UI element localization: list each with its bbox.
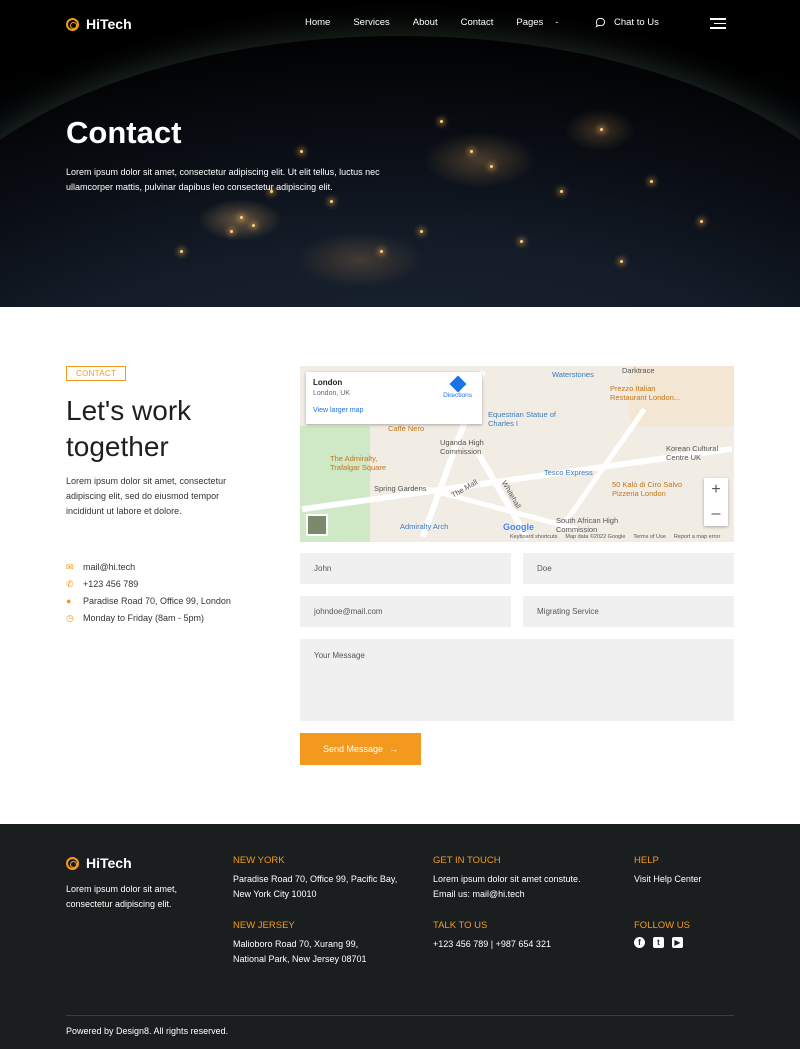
report-error-link[interactable]: Report a map error — [674, 534, 720, 540]
brand-name: HiTech — [86, 16, 132, 32]
directions-button[interactable]: Directions — [443, 375, 472, 399]
chevron-down-icon[interactable]: - — [555, 17, 558, 28]
hero-text: Lorem ipsum dolor sit amet, consectetur … — [66, 167, 380, 192]
mail-icon: ✉ — [66, 562, 74, 572]
help-title: HELP — [634, 855, 659, 866]
arrow-right-icon: → — [389, 744, 399, 754]
contact-phone: ✆ +123 456 789 — [66, 576, 256, 593]
map-label: Darktrace — [622, 366, 655, 375]
talk-title: TALK TO US — [433, 920, 488, 931]
map-label: Prezzo Italian Restaurant London... — [610, 384, 681, 402]
brand-logo[interactable]: HiTech — [66, 16, 132, 32]
zoom-in-button[interactable]: + — [704, 478, 728, 502]
footer-divider — [66, 1015, 734, 1016]
youtube-icon[interactable]: ▶ — [672, 937, 683, 948]
map-label: Equestrian Statue of Charles I — [488, 410, 556, 428]
page-title: Contact — [66, 115, 182, 150]
map-zoom-control: + – — [704, 478, 728, 526]
city-lights — [0, 0, 800, 307]
ny-title: NEW YORK — [233, 855, 285, 866]
fingerprint-icon — [66, 856, 79, 870]
footer-description: Lorem ipsum dolor sit amet, consectetur … — [66, 884, 178, 909]
twitter-icon[interactable]: t — [653, 937, 664, 948]
menu-pages[interactable]: Pages — [516, 17, 543, 28]
map-label: The Admiralty, Trafalgar Square — [330, 454, 387, 472]
send-label: Send Message — [322, 744, 384, 754]
git-title: GET IN TOUCH — [433, 855, 501, 866]
social-links: f t ▶ — [634, 937, 683, 948]
location-icon: ● — [66, 596, 72, 606]
ny-address: Paradise Road 70, Office 99, Pacific Bay… — [233, 874, 398, 899]
view-larger-map-link[interactable]: View larger map — [313, 407, 475, 414]
main-menu: Home Services About Contact Pages - — [305, 17, 558, 28]
footer-logo[interactable]: HiTech — [66, 855, 132, 871]
directions-label: Directions — [443, 392, 472, 399]
map-footer: Keyboard shortcuts Map data ©2022 Google… — [510, 534, 720, 540]
map-label: South African High Commission — [556, 516, 619, 534]
hamburger-menu-icon[interactable] — [710, 18, 726, 32]
email-text[interactable]: mail@hi.tech — [83, 559, 135, 576]
contact-heading: Let's work together — [66, 393, 191, 465]
fingerprint-icon — [66, 17, 79, 31]
keyboard-shortcuts-link[interactable]: Keyboard shortcuts — [510, 534, 557, 540]
git-text: Lorem ipsum dolor sit amet constute. Ema… — [433, 874, 581, 899]
directions-icon — [449, 375, 467, 393]
talk-text: +123 456 789 | +987 654 321 — [433, 939, 551, 949]
site-footer: HiTech Lorem ipsum dolor sit amet, conse… — [0, 824, 800, 1049]
facebook-icon[interactable]: f — [634, 937, 645, 948]
google-map[interactable]: London London, UK View larger map Direct… — [300, 366, 734, 542]
menu-contact[interactable]: Contact — [461, 17, 494, 28]
clock-icon: ◷ — [66, 613, 74, 623]
nj-title: NEW JERSEY — [233, 920, 295, 931]
contact-email: ✉ mail@hi.tech — [66, 559, 256, 576]
map-label: Spring Gardens — [374, 484, 427, 493]
terms-link[interactable]: Terms of Use — [633, 534, 665, 540]
copyright: Powered by Design8. All rights reserved. — [66, 1026, 229, 1036]
phone-icon: ✆ — [66, 579, 74, 589]
chat-label: Chat to Us — [614, 17, 659, 28]
menu-about[interactable]: About — [413, 17, 438, 28]
section-tag: CONTACT — [66, 366, 127, 381]
hours-text: Monday to Friday (8am - 5pm) — [83, 613, 205, 623]
zoom-out-button[interactable]: – — [704, 502, 728, 526]
contact-description: Lorem ipsum dolor sit amet, consectetur … — [66, 476, 227, 516]
map-label: Korean Cultural Centre UK — [666, 444, 719, 462]
chat-icon — [595, 17, 606, 28]
footer-brand: HiTech — [86, 855, 132, 871]
map-label: Caffè Nero — [388, 424, 425, 433]
heading-line-2: together — [66, 431, 169, 462]
contact-hours: ◷ Monday to Friday (8am - 5pm) — [66, 610, 256, 627]
map-label: Admiralty Arch — [400, 522, 449, 531]
map-label: Tesco Express — [544, 468, 593, 477]
map-info-card: London London, UK View larger map Direct… — [306, 372, 482, 424]
first-name-field[interactable]: John — [300, 553, 511, 584]
top-nav: HiTech Home Services About Contact Pages… — [66, 12, 734, 36]
map-label: Uganda High Commission — [440, 438, 484, 456]
contact-address: ● Paradise Road 70, Office 99, London — [66, 593, 256, 610]
contact-info-list: ✉ mail@hi.tech ✆ +123 456 789 ● Paradise Ro… — [66, 559, 256, 627]
nj-address: Malioboro Road 70, Xurang 99, National P… — [233, 939, 367, 964]
menu-home[interactable]: Home — [305, 17, 330, 28]
chat-button[interactable]: Chat to Us — [595, 17, 659, 28]
email-field[interactable]: johndoe@mail.com — [300, 596, 511, 627]
message-textarea[interactable]: Your Message — [300, 639, 734, 721]
map-label: Waterstones — [552, 370, 594, 379]
hero-banner: HiTech Home Services About Contact Pages… — [0, 0, 800, 307]
last-name-field[interactable]: Doe — [523, 553, 734, 584]
map-label: 50 Kalò di Ciro Salvo Pizzeria London — [612, 480, 683, 498]
map-data-text: Map data ©2022 Google — [565, 534, 626, 540]
address-text: Paradise Road 70, Office 99, London — [83, 596, 231, 606]
service-field[interactable]: Migrating Service — [523, 596, 734, 627]
send-message-button[interactable]: Send Message → — [300, 733, 421, 765]
heading-line-1: Let's work — [66, 395, 192, 426]
follow-title: FOLLOW US — [634, 920, 690, 931]
menu-services[interactable]: Services — [353, 17, 389, 28]
google-logo: Google — [503, 522, 534, 532]
satellite-toggle[interactable] — [306, 514, 328, 536]
phone-text[interactable]: +123 456 789 — [83, 576, 138, 593]
help-center-link[interactable]: Visit Help Center — [634, 872, 701, 887]
